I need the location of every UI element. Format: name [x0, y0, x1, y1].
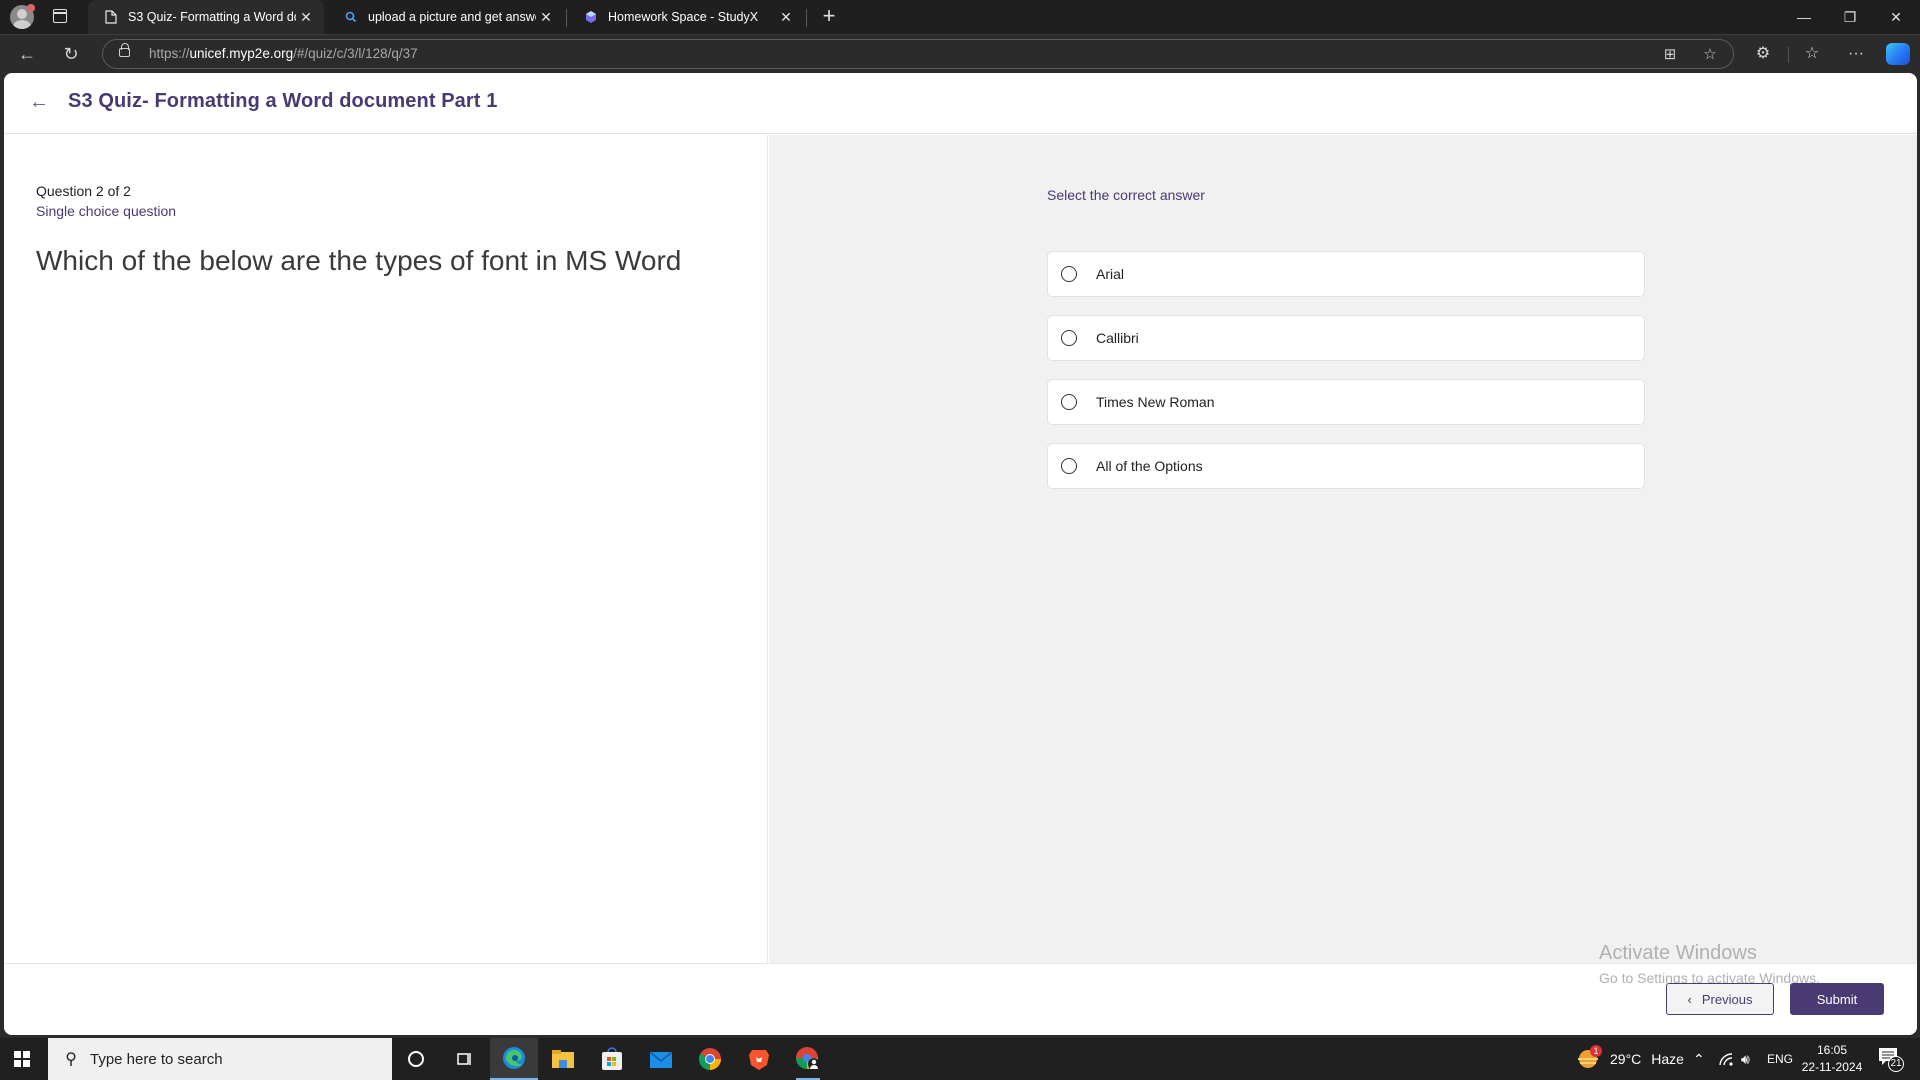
notification-count-badge: 21: [1888, 1056, 1904, 1072]
close-tab-icon[interactable]: ✕: [536, 9, 556, 26]
radio-button[interactable]: [1061, 458, 1077, 474]
back-button[interactable]: ←: [12, 39, 42, 69]
weather-badge: 1: [1590, 1045, 1602, 1057]
quiz-page: ← S3 Quiz- Formatting a Word document Pa…: [4, 73, 1917, 1035]
favorite-star-icon[interactable]: ☆: [1699, 44, 1721, 66]
windows-start-icon[interactable]: [14, 1051, 30, 1067]
url-text[interactable]: https://unicef.myp2e.org/#/quiz/c/3/l/12…: [149, 46, 418, 61]
copilot-icon[interactable]: [1886, 43, 1910, 65]
question-text: Which of the below are the types of font…: [36, 245, 682, 276]
tab-homework-space[interactable]: Homework Space - StudyX ✕: [568, 0, 804, 34]
clock-date: 22-11-2024: [1801, 1060, 1863, 1074]
toolbar-divider: [1788, 47, 1789, 63]
radio-button[interactable]: [1061, 330, 1077, 346]
refresh-button[interactable]: ↻: [56, 39, 86, 69]
new-tab-button[interactable]: +: [816, 4, 842, 30]
close-tab-icon[interactable]: ✕: [296, 9, 316, 26]
previous-button[interactable]: ‹ Previous: [1666, 983, 1774, 1015]
page-title: S3 Quiz- Formatting a Word document Part…: [68, 90, 498, 112]
tab-upload-picture[interactable]: upload a picture and get answers ✕: [328, 0, 564, 34]
weather-description: Haze: [1651, 1051, 1684, 1067]
tab-actions-menu-icon[interactable]: [53, 9, 67, 23]
close-window-button[interactable]: ✕: [1873, 0, 1919, 34]
weather-widget[interactable]: 1 29°C Haze: [1576, 1038, 1684, 1080]
chrome-profile-icon[interactable]: [784, 1038, 832, 1080]
option-label: Times New Roman: [1096, 394, 1215, 410]
chrome-icon[interactable]: [686, 1038, 734, 1080]
question-type: Single choice question: [36, 203, 177, 219]
address-bar[interactable]: https://unicef.myp2e.org/#/quiz/c/3/l/12…: [102, 39, 1734, 69]
radio-button[interactable]: [1061, 394, 1077, 410]
tab-label: Homework Space - StudyX: [608, 10, 759, 24]
tab-label: upload a picture and get answers: [368, 10, 536, 24]
task-view-icon[interactable]: [440, 1038, 488, 1080]
tab-label: S3 Quiz- Formatting a Word docu: [128, 10, 296, 24]
close-tab-icon[interactable]: ✕: [776, 9, 796, 26]
answer-option-callibri[interactable]: Callibri: [1047, 315, 1645, 361]
more-options-icon[interactable]: ···: [1841, 39, 1871, 69]
clock-time: 16:05: [1816, 1043, 1848, 1057]
url-domain: unicef.myp2e.org: [189, 46, 294, 61]
activate-windows-title: Activate Windows: [1599, 942, 1757, 964]
minimize-button[interactable]: —: [1781, 0, 1827, 34]
answer-option-times-new-roman[interactable]: Times New Roman: [1047, 379, 1645, 425]
windows-taskbar: ⚲ Type here to search 1 29°C Haze ⌃ �: [0, 1038, 1920, 1080]
studyx-gem-icon: [584, 10, 598, 24]
mail-icon[interactable]: [637, 1038, 685, 1080]
network-wifi-icon[interactable]: [1718, 1038, 1734, 1080]
url-scheme: https://: [149, 46, 190, 61]
edge-browser-icon[interactable]: [490, 1038, 538, 1080]
browser-tab-strip: S3 Quiz- Formatting a Word docu ✕ upload…: [0, 0, 1920, 34]
weather-temperature: 29°C: [1610, 1051, 1642, 1067]
profile-notification-dot: [27, 4, 35, 12]
search-icon: ⚲: [65, 1051, 77, 1068]
cortana-icon[interactable]: [392, 1038, 440, 1080]
tab-separator: [806, 9, 807, 27]
document-icon: [104, 10, 118, 24]
radio-button[interactable]: [1061, 266, 1077, 282]
question-counter: Question 2 of 2: [36, 183, 131, 199]
app-available-icon[interactable]: ⊞: [1659, 44, 1681, 66]
search-placeholder: Type here to search: [90, 1050, 223, 1068]
search-icon: [344, 10, 358, 24]
tab-separator: [566, 9, 567, 27]
option-label: Callibri: [1096, 330, 1139, 346]
microsoft-store-icon[interactable]: [588, 1038, 636, 1080]
question-pane: Question 2 of 2 Single choice question W…: [4, 135, 768, 963]
taskbar-clock[interactable]: 16:05 22-11-2024: [1796, 1042, 1868, 1076]
page-header: ← S3 Quiz- Formatting a Word document Pa…: [4, 73, 1917, 134]
volume-speaker-icon[interactable]: 🔊︎: [1741, 1038, 1750, 1080]
notification-center-icon[interactable]: 21: [1878, 1038, 1904, 1080]
chevron-left-icon: ‹: [1687, 991, 1692, 1007]
favorites-list-icon[interactable]: ☆: [1797, 39, 1827, 69]
option-label: Arial: [1096, 266, 1125, 282]
answer-option-all-of-the-options[interactable]: All of the Options: [1047, 443, 1645, 489]
weather-haze-icon: 1: [1576, 1045, 1602, 1070]
tab-s3-quiz[interactable]: S3 Quiz- Formatting a Word docu ✕: [88, 0, 324, 34]
show-hidden-icons-chevron-up-icon[interactable]: ⌃: [1693, 1038, 1705, 1080]
file-explorer-icon[interactable]: [539, 1038, 587, 1080]
url-path: /#/quiz/c/3/l/128/q/37: [293, 46, 418, 61]
input-language[interactable]: ENG: [1767, 1038, 1793, 1080]
answer-instruction: Select the correct answer: [1047, 187, 1205, 203]
option-label: All of the Options: [1096, 458, 1203, 474]
back-arrow-icon[interactable]: ←: [26, 89, 52, 115]
answer-pane: Select the correct answer Arial Callibri…: [769, 135, 1917, 963]
submit-button[interactable]: Submit: [1790, 983, 1884, 1015]
previous-label: Previous: [1701, 991, 1753, 1007]
taskbar-search-box[interactable]: ⚲ Type here to search: [48, 1038, 392, 1080]
extensions-icon[interactable]: ⚙: [1748, 39, 1778, 69]
answer-option-arial[interactable]: Arial: [1047, 251, 1645, 297]
lock-icon[interactable]: [119, 43, 130, 57]
brave-browser-icon[interactable]: [735, 1038, 783, 1080]
restore-button[interactable]: ❐: [1827, 0, 1873, 34]
browser-toolbar: ← ↻ https://unicef.myp2e.org/#/quiz/c/3/…: [0, 34, 1920, 72]
